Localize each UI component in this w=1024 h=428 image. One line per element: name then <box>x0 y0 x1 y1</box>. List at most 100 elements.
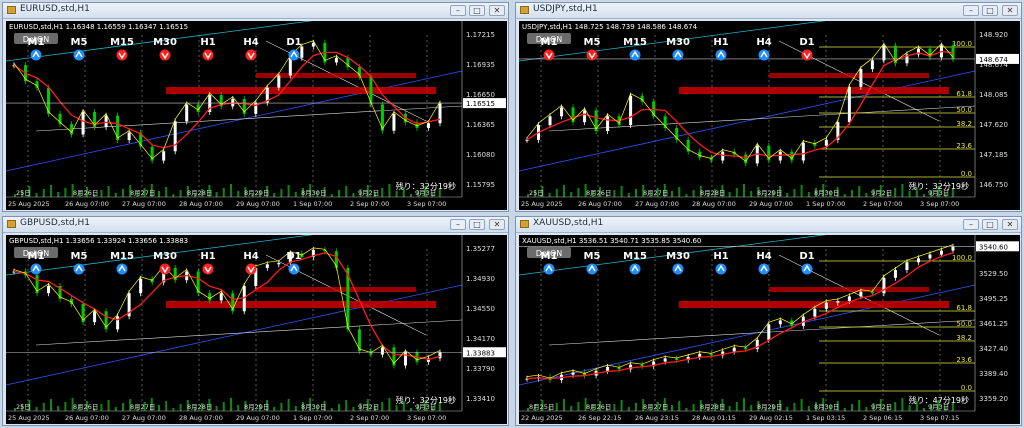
date-marker-label: 8月26日 <box>586 403 611 411</box>
fib-level-label: 100.0 <box>952 40 972 48</box>
time-tick-label: 26 Aug 07:00 <box>65 414 109 422</box>
time-tick-label: 27 Aug 07:00 <box>122 200 166 208</box>
volume-bar <box>793 403 796 411</box>
title-bar[interactable]: USDJPY,std,H1 – □ ✕ <box>516 3 1021 19</box>
candle-body <box>438 352 442 359</box>
fib-level-label: 38.2 <box>956 334 972 342</box>
title-bar[interactable]: EURUSD,std,H1 – □ ✕ <box>3 3 508 19</box>
volume-bar <box>908 405 911 411</box>
volume-bar <box>685 194 688 197</box>
candle-body <box>675 358 679 360</box>
candle-body <box>698 353 702 357</box>
time-tick-label: 26 Aug 07:00 <box>65 200 109 208</box>
price-tick-label: 1.16935 <box>466 61 495 69</box>
minimize-button[interactable]: – <box>450 219 466 230</box>
minimize-button[interactable]: – <box>963 219 979 230</box>
timeframe-label: M1 <box>28 37 45 48</box>
volume-bar <box>923 408 925 411</box>
price-tick-label: 1.34170 <box>466 335 495 343</box>
price-tick-label: 3495.25 <box>979 295 1008 303</box>
price-tick-label: 3359.20 <box>979 395 1008 403</box>
date-marker-label: 9月2日 <box>871 189 892 197</box>
price-tick-label: 1.35277 <box>466 245 495 253</box>
volume-bar <box>179 190 182 197</box>
maximize-button[interactable]: □ <box>982 5 998 16</box>
chart-window-gbpusd[interactable]: GBPUSD,std,H1 – □ ✕ GBPUSD,std,H1 1.3365… <box>2 216 509 426</box>
chart-window-usdjpy[interactable]: USDJPY,std,H1 – □ ✕ 100.0 61.8 50.0 38.2 23.… <box>515 2 1022 212</box>
volume-bar <box>627 407 630 411</box>
volume-bar <box>388 398 391 411</box>
chart-canvas[interactable]: EURUSD,std,H1 1.16348 1.16559 1.16347 1.… <box>6 21 507 210</box>
volume-bar <box>165 187 168 197</box>
chart-window-xauusd[interactable]: XAUUSD,std,H1 – □ ✕ 100.0 61.8 50.0 38.2 23.… <box>515 216 1022 426</box>
volume-bar <box>410 194 412 197</box>
maximize-button[interactable]: □ <box>469 5 485 16</box>
close-button[interactable]: ✕ <box>489 5 505 16</box>
candle-body <box>778 320 782 325</box>
volume-bar <box>728 406 731 411</box>
window-title: XAUUSD,std,H1 <box>533 218 604 228</box>
time-tick-label: 1 Sep 03:15 <box>806 414 845 422</box>
chart-window-icon <box>7 6 16 14</box>
date-marker-label: 8月29日 <box>757 403 782 411</box>
volume-bar <box>908 191 911 197</box>
candle-body <box>560 107 564 117</box>
maximize-button[interactable]: □ <box>982 219 998 230</box>
volume-bar <box>273 193 276 197</box>
close-button[interactable]: ✕ <box>1002 5 1018 16</box>
close-button[interactable]: ✕ <box>489 219 505 230</box>
candle-body <box>847 86 851 123</box>
candle-body <box>116 316 120 330</box>
title-bar[interactable]: XAUUSD,std,H1 – □ ✕ <box>516 217 1021 233</box>
timeframe-label: H4 <box>756 37 771 48</box>
minimize-button[interactable]: – <box>963 5 979 16</box>
current-price-label: 1.33883 <box>466 349 495 357</box>
chart-canvas[interactable]: GBPUSD,std,H1 1.33656 1.33924 1.33656 1.… <box>6 235 507 424</box>
chart-window-eurusd[interactable]: EURUSD,std,H1 – □ ✕ EURUSD,std,H1 1.1634… <box>2 2 509 212</box>
close-button[interactable]: ✕ <box>1002 219 1018 230</box>
title-bar[interactable]: GBPUSD,std,H1 – □ ✕ <box>3 217 508 233</box>
price-chart[interactable]: 100.0 61.8 50.0 38.2 23.6 0.0 USDJPY,std,H1 14… <box>519 21 1020 210</box>
candle-body <box>139 278 143 294</box>
volume-bar <box>735 188 738 197</box>
volume-bar <box>237 405 240 411</box>
time-tick-label: 2 Sep 07:00 <box>350 414 389 422</box>
candle-body <box>35 81 39 88</box>
chart-canvas[interactable]: 100.0 61.8 50.0 38.2 23.6 0.0 XAUUSD,std,H1 35… <box>519 235 1020 424</box>
candle-body <box>426 123 430 128</box>
timeframe-label: M30 <box>666 37 690 48</box>
price-tick-label: 1.34550 <box>466 305 495 313</box>
price-tick-label: 1.33410 <box>466 395 495 403</box>
price-tick-label: 147.620 <box>979 121 1008 129</box>
price-chart[interactable]: GBPUSD,std,H1 1.33656 1.33924 1.33656 1.… <box>6 235 507 424</box>
time-tick-label: 29 Aug 07:00 <box>236 200 280 208</box>
time-tick-label: 2 Sep 07:00 <box>863 200 902 208</box>
date-marker-label: 8月30日 <box>814 403 839 411</box>
window-title: GBPUSD,std,H1 <box>20 218 90 228</box>
minimize-button[interactable]: – <box>450 5 466 16</box>
maximize-button[interactable]: □ <box>469 219 485 230</box>
volume-bar <box>800 185 803 197</box>
price-chart[interactable]: 100.0 61.8 50.0 38.2 23.6 0.0 XAUUSD,std,H1 35… <box>519 235 1020 424</box>
volume-bar <box>50 185 52 197</box>
volume-bar <box>42 189 45 197</box>
volume-bar <box>678 401 681 411</box>
fib-level-label: 100.0 <box>952 254 972 262</box>
volume-bar <box>894 188 897 197</box>
volume-bar <box>273 407 276 411</box>
volume-bar <box>410 408 412 411</box>
timeframe-label: M5 <box>584 251 601 262</box>
chart-canvas[interactable]: 100.0 61.8 50.0 38.2 23.6 0.0 USDJPY,std,H1 14… <box>519 21 1020 210</box>
price-tick-label: 1.33790 <box>466 365 495 373</box>
date-marker-label: 8月29日 <box>244 189 269 197</box>
timeframe-label: H4 <box>756 251 771 262</box>
timeframe-label: D1 <box>799 251 814 262</box>
volume-bar <box>237 191 240 197</box>
volume-bar <box>50 399 52 411</box>
candle-body <box>847 296 851 302</box>
date-marker-label: 8月29日 <box>244 403 269 411</box>
time-tick-label: 3 Sep 07:00 <box>407 414 446 422</box>
date-marker-label: 9月3日 <box>928 189 949 197</box>
price-chart[interactable]: EURUSD,std,H1 1.16348 1.16559 1.16347 1.… <box>6 21 507 210</box>
candle-body <box>951 246 955 251</box>
